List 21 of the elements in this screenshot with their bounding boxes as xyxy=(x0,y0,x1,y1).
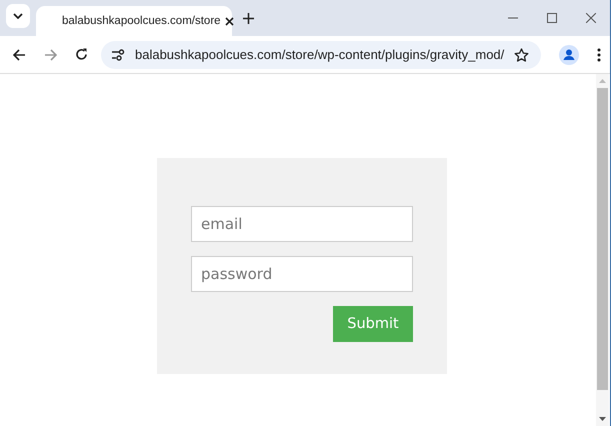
address-bar[interactable]: balabushkapoolcues.com/store/wp-content/plugins/gravity_mod/ xyxy=(101,40,542,68)
forward-icon[interactable] xyxy=(44,48,57,60)
back-icon[interactable] xyxy=(13,48,26,60)
scrollbar[interactable] xyxy=(596,74,609,426)
tab-search-button[interactable] xyxy=(6,4,30,28)
chevron-down-icon xyxy=(13,13,23,19)
email-field[interactable]: email xyxy=(191,206,413,242)
maximize-icon[interactable] xyxy=(547,13,557,23)
password-field[interactable]: password xyxy=(191,256,413,292)
scroll-thumb[interactable] xyxy=(597,88,608,390)
browser-tab[interactable]: balabushkapoolcues.com/store xyxy=(36,6,232,36)
tab-title: balabushkapoolcues.com/store xyxy=(62,15,221,27)
scroll-down-icon[interactable] xyxy=(599,417,606,421)
profile-icon[interactable] xyxy=(559,44,580,64)
menu-icon[interactable] xyxy=(597,48,602,62)
url-text: balabushkapoolcues.com/store/wp-content/plugins/gravity_mod/ xyxy=(135,47,504,62)
reload-icon[interactable] xyxy=(75,48,88,61)
star-icon[interactable] xyxy=(514,48,530,62)
site-settings-icon[interactable] xyxy=(111,48,125,60)
close-icon[interactable] xyxy=(224,16,234,26)
new-tab-icon[interactable] xyxy=(243,12,254,24)
